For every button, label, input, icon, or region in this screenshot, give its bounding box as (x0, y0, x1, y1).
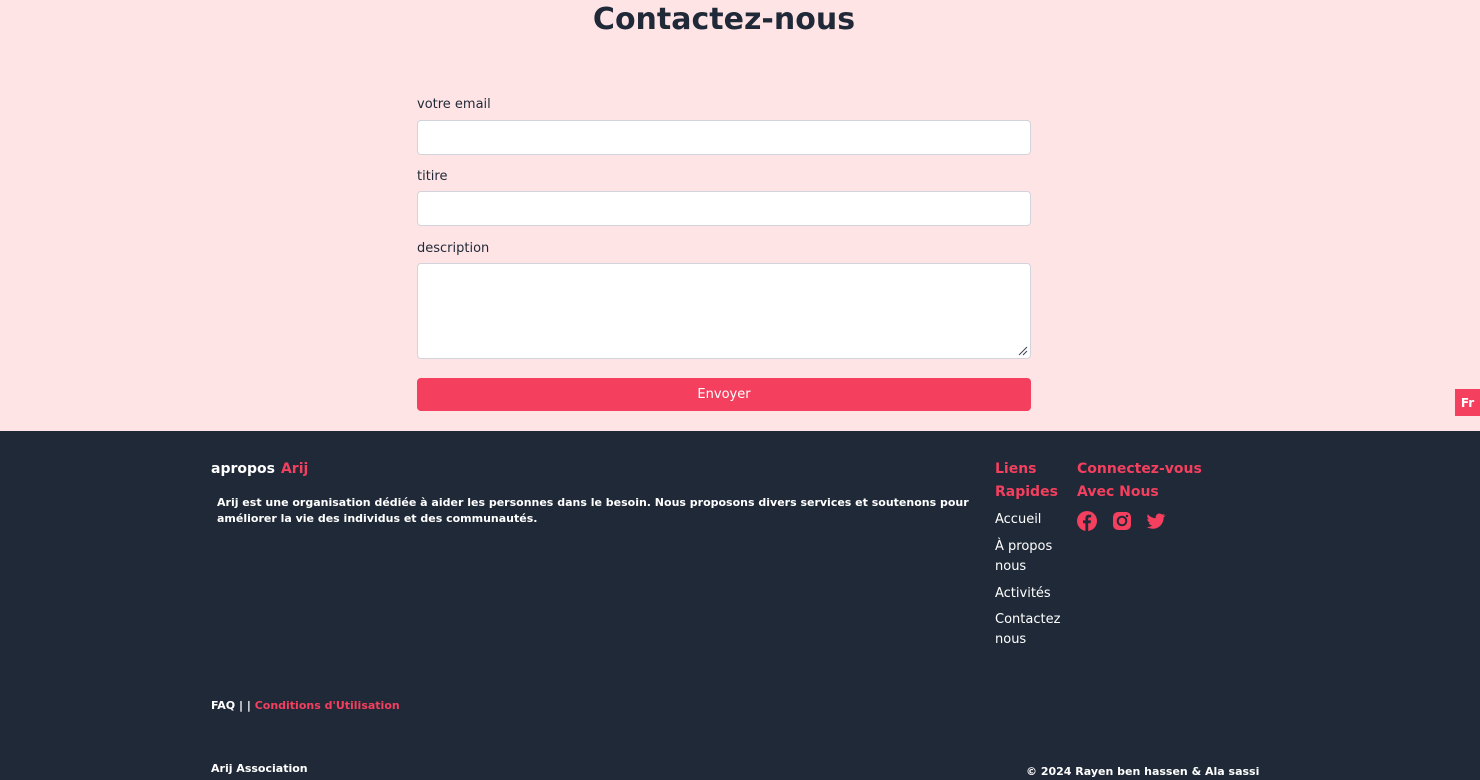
email-field[interactable] (417, 120, 1031, 155)
footer: apropos Arij Arij est une organisation dé… (0, 431, 1480, 780)
page-title: Contactez-nous (592, 2, 856, 37)
quick-links-heading: Liens Rapides (995, 458, 1058, 504)
instagram-icon[interactable] (1111, 510, 1133, 532)
description-label: description (417, 241, 490, 256)
copyright-text: © 2024 Rayen ben hassen & Ala sassi (1026, 765, 1260, 778)
faq-link[interactable]: FAQ (211, 699, 235, 712)
association-name: Arij Association (211, 762, 308, 775)
footer-link-accueil[interactable]: Accueil (995, 510, 1075, 530)
submit-button[interactable]: Envoyer (417, 378, 1031, 411)
facebook-icon[interactable] (1076, 510, 1098, 532)
about-text: Arij est une organisation dédiée à aider… (217, 496, 969, 525)
title-field[interactable] (417, 191, 1031, 226)
separator: | | (238, 699, 251, 712)
footer-link-contact[interactable]: Contactez nous (995, 610, 1075, 650)
connect-heading: Connectez-vous Avec Nous (1077, 458, 1202, 504)
twitter-icon[interactable] (1145, 510, 1167, 532)
description-textarea[interactable] (417, 263, 1031, 359)
connect-heading-line2: Avec Nous (1077, 484, 1159, 500)
quick-links-heading-line1: Liens (995, 461, 1037, 477)
connect-heading-line1: Connectez-vous (1077, 461, 1202, 477)
terms-link[interactable]: Conditions d'Utilisation (255, 699, 400, 712)
contact-section: Contactez-nous votre email titire descri… (0, 0, 1480, 431)
resize-handle-icon[interactable] (1018, 346, 1028, 356)
about-heading: apropos Arij (211, 461, 308, 477)
quick-links-heading-line2: Rapides (995, 484, 1058, 500)
footer-link-activites[interactable]: Activités (995, 584, 1075, 604)
faq-line: FAQ | | Conditions d'Utilisation (211, 699, 400, 712)
title-label: titire (417, 169, 448, 184)
footer-link-apropos[interactable]: À propos nous (995, 537, 1075, 577)
about-heading-brand: Arij (280, 461, 309, 477)
language-button[interactable]: Fr (1455, 389, 1480, 416)
about-heading-prefix: apropos (211, 461, 275, 477)
email-label: votre email (417, 97, 491, 112)
